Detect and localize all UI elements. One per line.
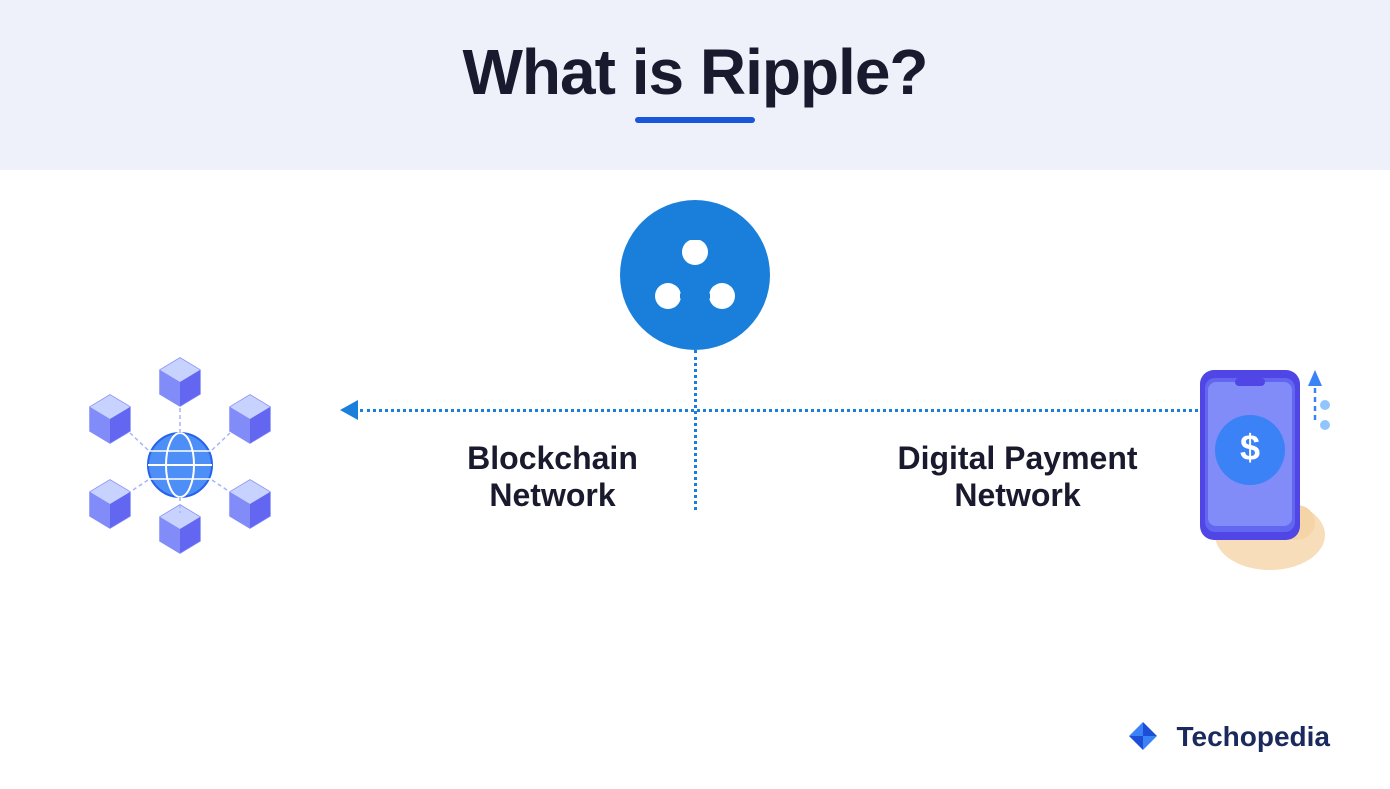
arrow-left-icon <box>340 400 358 420</box>
content-area: Blockchain Network Digital Payment Netwo… <box>0 170 1390 789</box>
svg-text:$: $ <box>1240 427 1260 468</box>
arrow-section: Blockchain Network Digital Payment Netwo… <box>340 400 1230 514</box>
left-label-line1: Blockchain <box>340 440 765 477</box>
left-label: Blockchain Network <box>340 440 785 514</box>
ripple-circle <box>620 200 770 350</box>
left-label-line2: Network <box>340 477 765 514</box>
ripple-icon <box>650 240 740 310</box>
header-banner: What is Ripple? <box>0 0 1390 170</box>
digital-payment-icon: $ <box>1140 340 1340 575</box>
techopedia-name: Techopedia <box>1176 721 1330 753</box>
title-underline <box>635 117 755 123</box>
techopedia-logo-icon <box>1121 714 1166 759</box>
horizontal-line <box>360 409 1210 412</box>
techopedia-brand: Techopedia <box>1121 714 1330 759</box>
blockchain-network-icon <box>60 320 300 565</box>
arrow-row <box>340 400 1230 420</box>
page-title: What is Ripple? <box>463 37 928 107</box>
labels-row: Blockchain Network Digital Payment Netwo… <box>340 440 1230 514</box>
